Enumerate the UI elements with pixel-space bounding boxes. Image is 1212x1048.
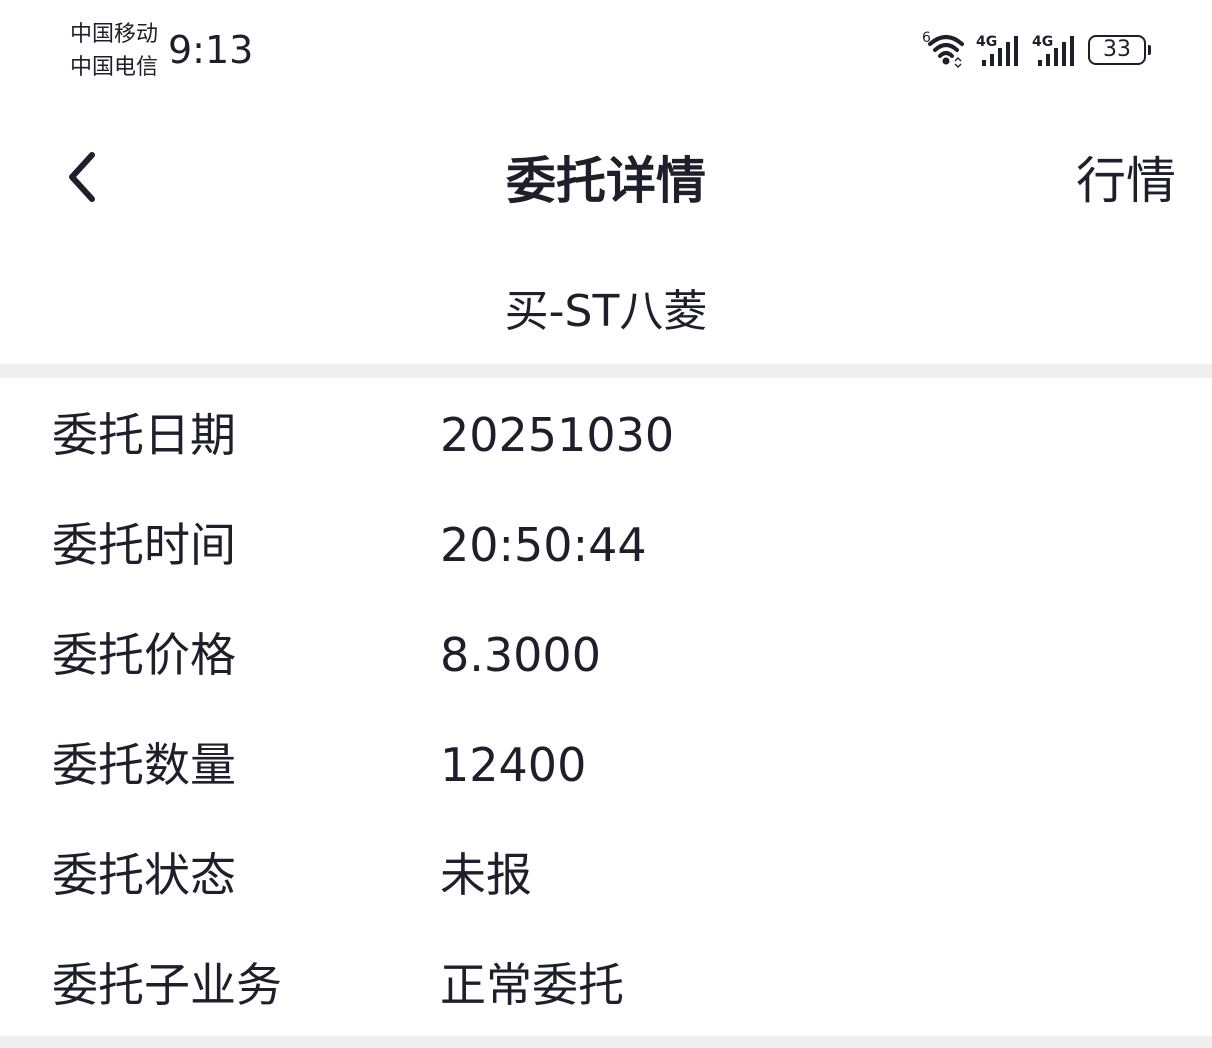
section-divider-bottom: [0, 1036, 1212, 1048]
detail-label: 委托价格: [52, 628, 236, 682]
signal-4g-icon: 4G: [976, 32, 1024, 68]
detail-value: 20251030: [440, 408, 675, 462]
nav-bar: 委托详情 行情: [0, 120, 1212, 240]
carrier-1: 中国移动: [70, 22, 159, 47]
detail-label: 委托日期: [52, 408, 236, 462]
status-time: 9:13: [168, 28, 254, 72]
detail-row-quantity: 委托数量 12400: [0, 710, 1212, 820]
detail-row-price: 委托价格 8.3000: [0, 600, 1212, 710]
detail-label: 委托时间: [52, 518, 236, 572]
carrier-info: 中国移动 中国电信: [70, 18, 158, 84]
wifi-icon: 6: [922, 28, 968, 72]
detail-value: 20:50:44: [440, 518, 647, 572]
stock-title: 买-ST八菱: [504, 286, 708, 337]
order-detail-list: 委托日期 20251030 委托时间 20:50:44 委托价格 8.3000 …: [0, 380, 1212, 1040]
signal-1-label: 4G: [976, 34, 997, 50]
status-icons: 6 4G 4G 33: [922, 28, 1151, 72]
signal-4g-icon-2: 4G: [1032, 32, 1080, 68]
detail-row-date: 委托日期 20251030: [0, 380, 1212, 490]
section-divider: [0, 364, 1212, 378]
carrier-2: 中国电信: [70, 55, 159, 80]
detail-value: 8.3000: [440, 628, 601, 682]
detail-value: 12400: [440, 738, 587, 792]
detail-value: 未报: [440, 848, 532, 902]
detail-label: 委托子业务: [52, 958, 282, 1012]
detail-value: 正常委托: [440, 958, 624, 1012]
detail-row-sub-business: 委托子业务 正常委托: [0, 930, 1212, 1040]
detail-label: 委托状态: [52, 848, 236, 902]
market-button[interactable]: 行情: [1076, 150, 1176, 212]
status-bar: 中国移动 中国电信 9:13 6 4G 4G 33: [0, 0, 1212, 100]
detail-row-time: 委托时间 20:50:44: [0, 490, 1212, 600]
signal-2-label: 4G: [1032, 34, 1053, 50]
battery-level: 33: [1103, 37, 1131, 62]
detail-label: 委托数量: [52, 738, 236, 792]
page-title: 委托详情: [506, 152, 706, 210]
battery-icon: 33: [1088, 35, 1151, 65]
detail-row-status: 委托状态 未报: [0, 820, 1212, 930]
